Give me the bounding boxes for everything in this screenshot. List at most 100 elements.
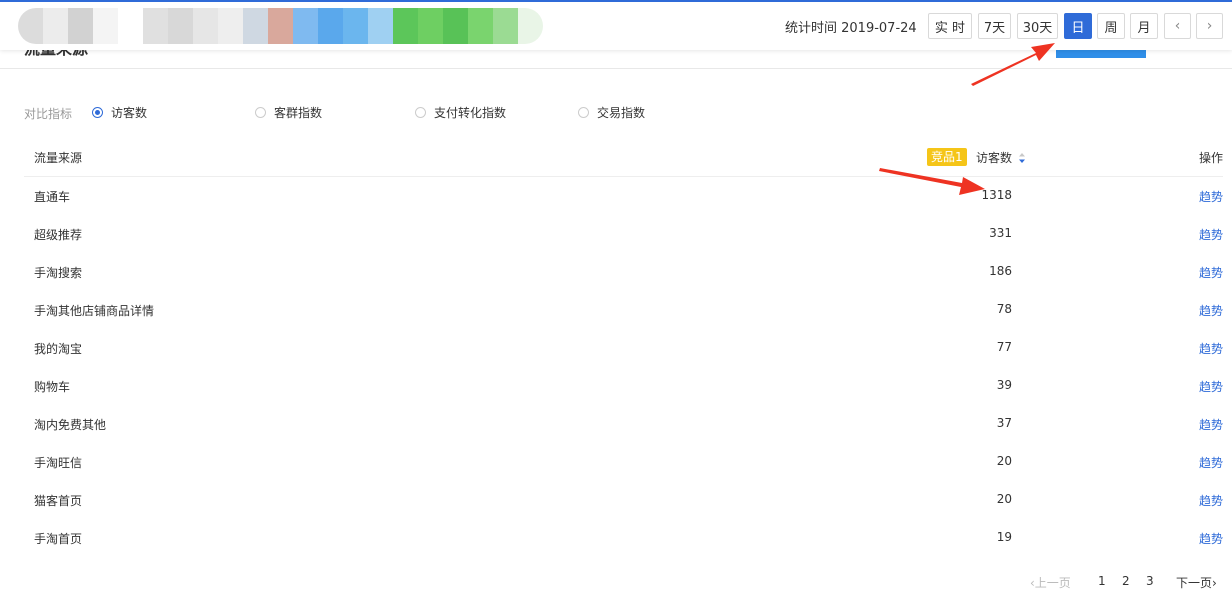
cell-source: 手淘首页: [34, 532, 83, 546]
blur-block: [343, 8, 368, 44]
blurred-shop-info: [18, 8, 543, 44]
range-7day-button[interactable]: 7天: [978, 13, 1011, 39]
col-header-action: 操作: [1198, 151, 1223, 165]
cell-visitors: 37: [996, 416, 1012, 430]
table-row: 手淘其他店铺商品详情 78 趋势: [24, 291, 1223, 329]
next-date-button[interactable]: ›: [1196, 13, 1223, 39]
range-realtime-button[interactable]: 实 时: [928, 13, 972, 39]
cell-visitors: 78: [996, 302, 1012, 316]
table-row: 手淘首页 19 趋势: [24, 519, 1223, 557]
blur-block: [443, 8, 468, 44]
pagination-page-1[interactable]: 1: [1098, 574, 1106, 588]
cell-source: 购物车: [34, 380, 71, 394]
blur-block: [243, 8, 268, 44]
compare-metric-group: 对比指标 访客数 客群指数 支付转化指数 交易指数: [24, 104, 724, 122]
range-week-button[interactable]: 周: [1097, 13, 1125, 39]
pagination-prev[interactable]: ‹上一页: [1030, 574, 1071, 591]
blur-block: [43, 8, 68, 44]
traffic-source-table: 流量来源 竞品1 访客数 操作 直通车 1318 趋势 超级推荐 331 趋势 手淘搜索 18…: [24, 138, 1223, 557]
blur-block: [18, 8, 43, 44]
table-row: 直通车 1318 趋势: [24, 177, 1223, 215]
cell-source: 淘内免费其他: [34, 418, 107, 432]
blur-block: [68, 8, 93, 44]
pagination-page-2[interactable]: 2: [1122, 574, 1130, 588]
header-divider: [0, 68, 1232, 69]
competitor-badge: 竞品1: [927, 148, 967, 166]
blur-block: [268, 8, 293, 44]
radio-label: 访客数: [111, 106, 148, 120]
cell-source: 手淘其他店铺商品详情: [34, 304, 155, 318]
blur-block: [118, 8, 143, 44]
blur-block: [193, 8, 218, 44]
radio-visitors[interactable]: 访客数: [92, 104, 147, 121]
blur-block: [93, 8, 118, 44]
blur-block: [368, 8, 393, 44]
cell-visitors: 19: [996, 530, 1012, 544]
blur-block: [393, 8, 418, 44]
trend-link[interactable]: 趋势: [1199, 492, 1223, 509]
trend-link[interactable]: 趋势: [1199, 264, 1223, 281]
trend-link[interactable]: 趋势: [1199, 378, 1223, 395]
table-header: 流量来源 竞品1 访客数 操作: [24, 138, 1223, 177]
table-row: 手淘旺信 20 趋势: [24, 443, 1223, 481]
trend-link[interactable]: 趋势: [1199, 416, 1223, 433]
cell-source: 超级推荐: [34, 228, 83, 242]
range-30day-button[interactable]: 30天: [1017, 13, 1058, 39]
top-toolbar: 统计时间 2019-07-24 实 时 7天 30天 日 周 月 ‹ ›: [0, 0, 1232, 50]
trend-link[interactable]: 趋势: [1199, 188, 1223, 205]
table-body: 直通车 1318 趋势 超级推荐 331 趋势 手淘搜索 186 趋势 手淘其他店铺商品详情 78 趋…: [24, 177, 1223, 557]
table-row: 手淘搜索 186 趋势: [24, 253, 1223, 291]
radio-customer-index[interactable]: 客群指数: [255, 104, 322, 121]
range-day-button[interactable]: 日: [1064, 13, 1092, 39]
table-row: 猫客首页 20 趋势: [24, 481, 1223, 519]
trend-link[interactable]: 趋势: [1199, 226, 1223, 243]
trend-link[interactable]: 趋势: [1199, 302, 1223, 319]
cell-visitors: 186: [989, 264, 1012, 278]
range-month-button[interactable]: 月: [1130, 13, 1158, 39]
blur-block: [468, 8, 493, 44]
blur-block: [293, 8, 318, 44]
blur-block: [318, 8, 343, 44]
col-header-visitors[interactable]: 访客数: [976, 149, 1012, 166]
radio-label: 客群指数: [274, 106, 323, 120]
cell-visitors: 20: [996, 454, 1012, 468]
table-row: 我的淘宝 77 趋势: [24, 329, 1223, 367]
table-row: 购物车 39 趋势: [24, 367, 1223, 405]
blur-block: [168, 8, 193, 44]
prev-date-button[interactable]: ‹: [1164, 13, 1191, 39]
radio-label: 支付转化指数: [434, 106, 507, 120]
cell-visitors: 20: [996, 492, 1012, 506]
table-row: 淘内免费其他 37 趋势: [24, 405, 1223, 443]
cell-source: 手淘旺信: [34, 456, 83, 470]
cell-visitors: 77: [996, 340, 1012, 354]
radio-unchecked-icon: [415, 107, 426, 118]
chevron-left-icon: ‹: [1174, 18, 1181, 34]
cell-source: 直通车: [34, 190, 71, 204]
pagination-next[interactable]: 下一页›: [1176, 574, 1217, 591]
trend-link[interactable]: 趋势: [1199, 454, 1223, 471]
stat-time-label: 统计时间 2019-07-24: [785, 21, 917, 36]
sort-desc-icon[interactable]: [1018, 151, 1026, 165]
trend-link[interactable]: 趋势: [1199, 340, 1223, 357]
blur-block: [418, 8, 443, 44]
cell-visitors: 39: [996, 378, 1012, 392]
compare-metric-label: 对比指标: [24, 107, 73, 121]
blur-block: [493, 8, 518, 44]
blur-block: [218, 8, 243, 44]
cell-visitors: 331: [989, 226, 1012, 240]
blur-block: [143, 8, 168, 44]
radio-checked-icon: [92, 107, 103, 118]
cell-source: 手淘搜索: [34, 266, 83, 280]
table-row: 超级推荐 331 趋势: [24, 215, 1223, 253]
radio-label: 交易指数: [597, 106, 646, 120]
pagination-page-3[interactable]: 3: [1146, 574, 1154, 588]
trend-link[interactable]: 趋势: [1199, 530, 1223, 547]
cell-source: 我的淘宝: [34, 342, 83, 356]
chevron-right-icon: ›: [1206, 18, 1213, 34]
radio-unchecked-icon: [578, 107, 589, 118]
radio-payment-conversion-index[interactable]: 支付转化指数: [415, 104, 506, 121]
cell-source: 猫客首页: [34, 494, 83, 508]
cell-visitors: 1318: [981, 188, 1012, 202]
radio-transaction-index[interactable]: 交易指数: [578, 104, 645, 121]
col-header-source: 流量来源: [34, 151, 83, 165]
